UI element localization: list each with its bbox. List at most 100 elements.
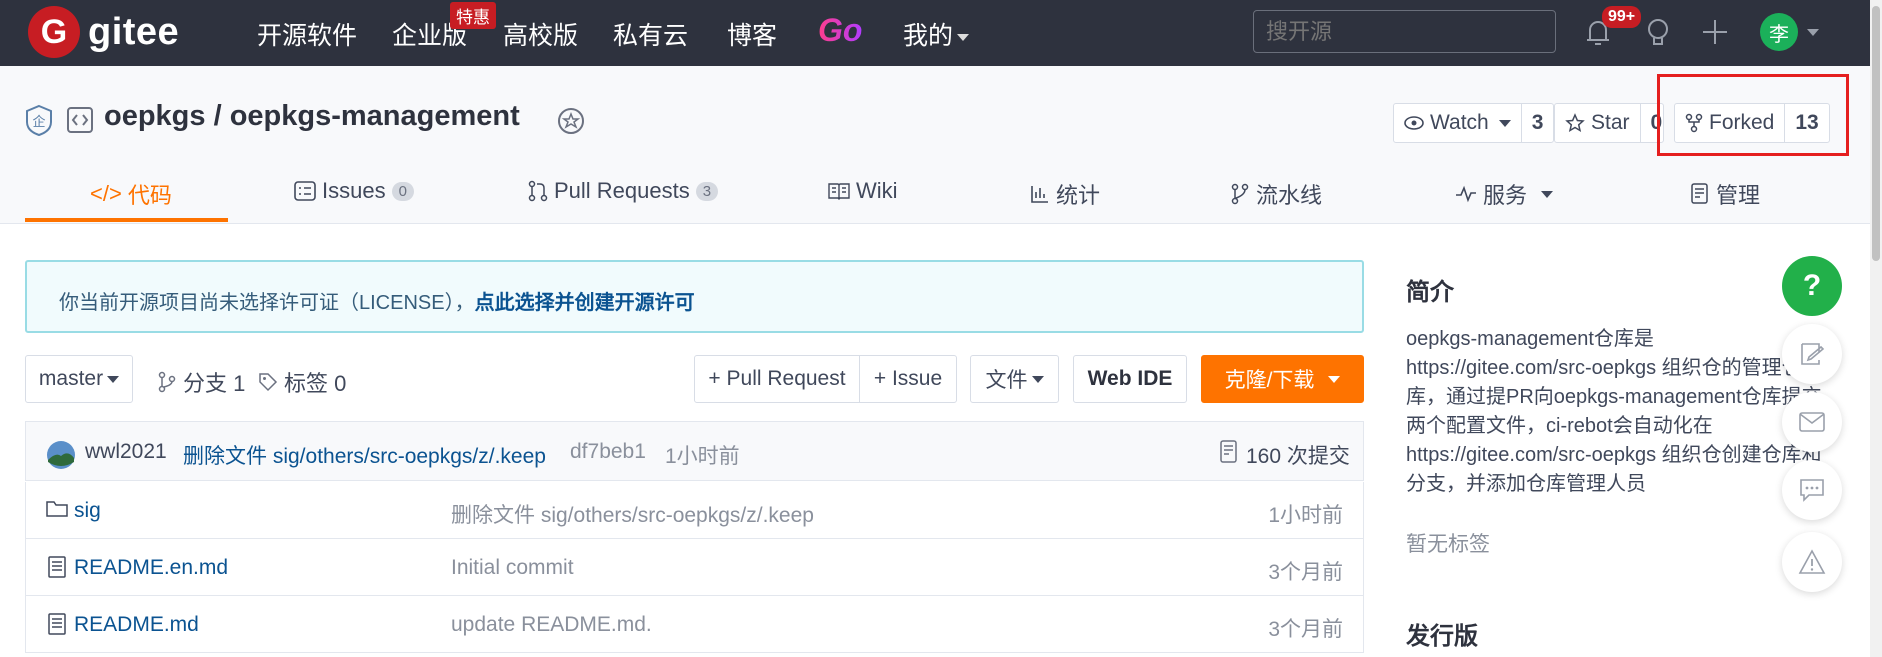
star-icon [1565, 113, 1585, 133]
branches-link[interactable]: 分支 1 [157, 366, 245, 398]
license-notice: 你当前开源项目尚未选择许可证（LICENSE），点此选择并创建开源许可 [25, 260, 1364, 333]
plus-icon[interactable] [1697, 14, 1733, 50]
gitee-logo-icon: G [28, 6, 80, 58]
file-menu-label: 文件 [985, 369, 1028, 392]
feedback-button[interactable] [1782, 324, 1842, 384]
tags-link[interactable]: 标签 0 [258, 366, 346, 398]
repo-separator: / [205, 100, 230, 132]
top-navbar: G gitee 开源软件 企业版 特惠 高校版 私有云 博客 Go 我的 99+… [0, 0, 1882, 66]
repo-owner-link[interactable]: oepkgs [104, 100, 206, 132]
repo-tabs: </> 代码 Issues 0 Pull Requests 3 Wiki 统计 流… [0, 168, 1882, 224]
tab-wiki[interactable]: Wiki [828, 178, 898, 204]
chevron-down-icon [1031, 375, 1044, 383]
nav-go[interactable]: Go [818, 12, 862, 49]
commits-icon [1220, 440, 1237, 463]
watch-label: Watch [1430, 111, 1489, 134]
user-avatar[interactable]: 李 [1760, 13, 1798, 51]
latest-commit-bar: wwl2021 删除文件 sig/others/src-oepkgs/z/.ke… [25, 421, 1364, 481]
avatar-chevron-icon[interactable] [1807, 29, 1819, 36]
branch-select-label: master [38, 367, 104, 390]
lightbulb-icon[interactable] [1640, 14, 1676, 50]
watch-count[interactable]: 3 [1520, 104, 1554, 142]
tab-services-label: 服务 [1483, 183, 1528, 208]
tab-manage[interactable]: 管理 [1690, 178, 1760, 210]
nav-education[interactable]: 高校版 [503, 16, 578, 52]
mail-icon [1799, 412, 1825, 432]
code-repo-icon [67, 107, 93, 133]
watch-button[interactable]: Watch 3 [1393, 103, 1555, 143]
tab-manage-label: 管理 [1716, 183, 1761, 208]
license-text: 你当前开源项目尚未选择许可证（LICENSE）， [59, 292, 475, 314]
tab-code[interactable]: </> 代码 [90, 178, 172, 210]
code-icon: </> [90, 181, 122, 206]
nav-private-cloud[interactable]: 私有云 [613, 16, 688, 52]
highlight-box [1657, 74, 1849, 156]
nav-open-source[interactable]: 开源软件 [257, 16, 357, 52]
issues-icon [294, 181, 316, 201]
nav-mine[interactable]: 我的 [903, 16, 970, 52]
tab-pipeline-label: 流水线 [1256, 183, 1323, 208]
tab-services[interactable]: 服务 [1455, 178, 1554, 210]
star-button[interactable]: Star 0 [1554, 103, 1664, 143]
help-button[interactable]: ? [1782, 256, 1842, 316]
file-commit-message[interactable]: 删除文件 sig/others/src-oepkgs/z/.keep [451, 499, 814, 529]
folder-icon [46, 501, 68, 517]
file-name[interactable]: README.md [74, 613, 199, 637]
file-row[interactable]: README.en.md Initial commit 3个月前 [25, 539, 1364, 596]
search-input[interactable] [1253, 10, 1556, 53]
active-tab-indicator [25, 218, 228, 222]
commit-hash[interactable]: df7beb1 [570, 440, 646, 464]
notification-badge: 99+ [1602, 6, 1642, 28]
new-pull-request-button[interactable]: + Pull Request [694, 355, 860, 403]
file-icon [48, 613, 66, 635]
tab-pull-requests[interactable]: Pull Requests 3 [528, 178, 719, 204]
warning-icon [1798, 549, 1826, 574]
repo-name-link[interactable]: oepkgs-management [230, 100, 520, 132]
star-label: Star [1591, 111, 1630, 134]
chat-button[interactable] [1782, 460, 1842, 520]
tab-stats[interactable]: 统计 [1030, 178, 1100, 210]
file-name[interactable]: sig [74, 499, 101, 523]
branch-select[interactable]: master [25, 355, 133, 403]
commit-message[interactable]: 删除文件 sig/others/src-oepkgs/z/.keep [183, 440, 546, 470]
pull-requests-count: 3 [695, 181, 719, 201]
file-commit-message[interactable]: update README.md. [451, 613, 652, 637]
no-tags-text: 暂无标签 [1406, 533, 1490, 556]
logo-text: gitee [88, 10, 180, 53]
svg-text:企: 企 [32, 114, 45, 130]
releases-title: 发行版 [1406, 623, 1478, 650]
file-commit-message[interactable]: Initial commit [451, 556, 574, 580]
file-name[interactable]: README.en.md [74, 556, 228, 580]
total-commits-link[interactable]: 160 次提交 [1246, 440, 1350, 470]
tab-pull-requests-label: Pull Requests [554, 178, 690, 203]
gitee-logo[interactable]: G gitee [28, 6, 179, 58]
pulse-icon [1456, 185, 1476, 203]
web-ide-button[interactable]: Web IDE [1073, 355, 1187, 403]
tab-pipeline[interactable]: 流水线 [1230, 178, 1322, 210]
new-issue-button[interactable]: + Issue [859, 355, 957, 403]
commit-author[interactable]: wwl2021 [85, 440, 167, 464]
file-row[interactable]: sig 删除文件 sig/others/src-oepkgs/z/.keep 1… [25, 482, 1364, 539]
clone-download-button[interactable]: 克隆/下载 [1201, 355, 1364, 403]
tab-wiki-label: Wiki [856, 178, 898, 203]
chevron-down-icon [957, 33, 970, 41]
nav-blog[interactable]: 博客 [727, 16, 777, 52]
tab-code-label: 代码 [127, 183, 172, 208]
clone-download-label: 克隆/下载 [1224, 369, 1315, 392]
tags-label: 标签 0 [284, 371, 347, 396]
tab-issues[interactable]: Issues 0 [294, 178, 414, 204]
scrollbar-thumb[interactable] [1872, 6, 1880, 261]
message-button[interactable] [1782, 392, 1842, 452]
author-avatar[interactable] [46, 440, 76, 470]
report-button[interactable] [1782, 532, 1842, 592]
license-link[interactable]: 点此选择并创建开源许可 [475, 292, 695, 314]
file-row[interactable]: README.md update README.md. 3个月前 [25, 596, 1364, 653]
chevron-down-icon [1541, 190, 1554, 198]
tag-icon [259, 373, 278, 392]
chat-icon [1800, 479, 1824, 502]
edit-note-icon [1801, 343, 1825, 365]
chevron-down-icon [107, 375, 120, 383]
file-time: 1小时前 [1268, 504, 1343, 527]
file-menu-button[interactable]: 文件 [970, 355, 1059, 403]
file-time: 3个月前 [1268, 561, 1343, 584]
